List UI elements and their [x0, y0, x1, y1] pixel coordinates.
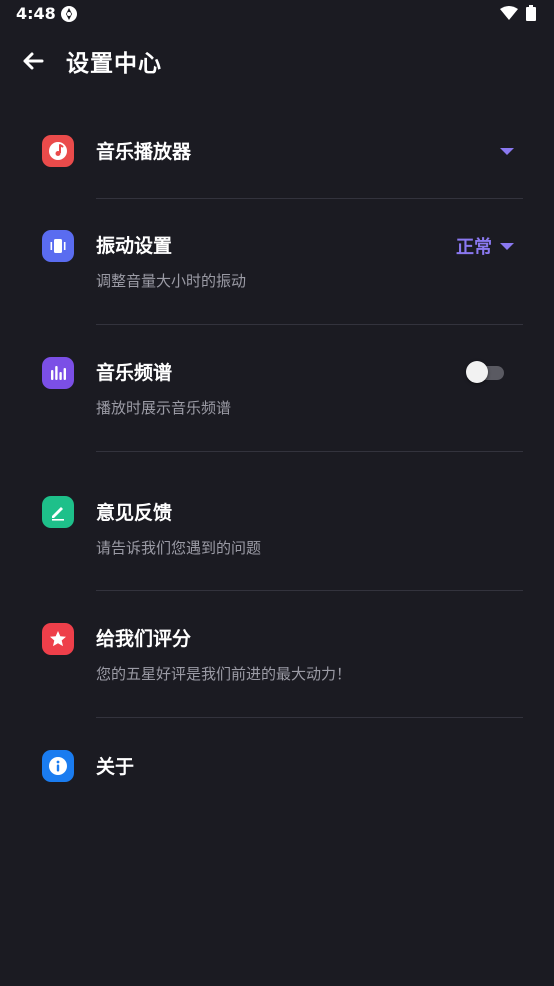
back-arrow-icon[interactable]	[18, 46, 48, 76]
setting-title: 音乐频谱	[96, 362, 173, 384]
setting-title: 振动设置	[96, 235, 173, 257]
setting-rate[interactable]: 给我们评分 您的五星好评是我们前进的最大动力！	[0, 591, 554, 718]
setting-title: 关于	[96, 756, 135, 778]
chevron-down-icon	[500, 148, 514, 155]
settings-list: 音乐播放器 振动设置 调整音量大小时的振动 正常 音乐频谱 播放时展示音乐频谱 …	[0, 100, 554, 798]
star-icon	[42, 623, 74, 655]
spectrum-toggle[interactable]	[466, 361, 506, 383]
setting-music-player[interactable]: 音乐播放器	[0, 100, 554, 199]
status-time: 4:48	[16, 4, 56, 23]
setting-subtitle: 请告诉我们您遇到的问题	[96, 539, 262, 557]
music-player-dropdown[interactable]	[500, 148, 514, 155]
page-title: 设置中心	[66, 51, 162, 77]
toggle-thumb	[466, 361, 488, 383]
equalizer-icon	[42, 357, 74, 389]
setting-about[interactable]: 关于	[0, 718, 554, 798]
vibration-icon	[42, 230, 74, 262]
status-bar: 4:48	[0, 0, 554, 28]
setting-vibration[interactable]: 振动设置 调整音量大小时的振动 正常	[0, 198, 554, 325]
vibration-dropdown[interactable]: 正常	[456, 233, 514, 259]
edit-icon	[42, 496, 74, 528]
chevron-down-icon	[500, 242, 514, 250]
app-notification-icon	[61, 6, 77, 22]
setting-subtitle: 调整音量大小时的振动	[96, 272, 247, 290]
music-note-icon	[42, 135, 74, 167]
setting-spectrum[interactable]: 音乐频谱 播放时展示音乐频谱	[0, 325, 554, 452]
setting-subtitle: 播放时展示音乐频谱	[96, 399, 232, 417]
setting-subtitle: 您的五星好评是我们前进的最大动力！	[96, 665, 352, 683]
wifi-icon	[500, 6, 518, 20]
setting-feedback[interactable]: 意见反馈 请告诉我们您遇到的问题	[0, 452, 554, 591]
info-icon	[42, 750, 74, 782]
setting-title: 意见反馈	[96, 502, 173, 524]
setting-title: 音乐播放器	[96, 141, 192, 163]
app-bar: 设置中心	[0, 38, 554, 82]
dropdown-value: 正常	[456, 237, 492, 258]
battery-icon	[526, 5, 536, 21]
setting-title: 给我们评分	[96, 628, 192, 650]
